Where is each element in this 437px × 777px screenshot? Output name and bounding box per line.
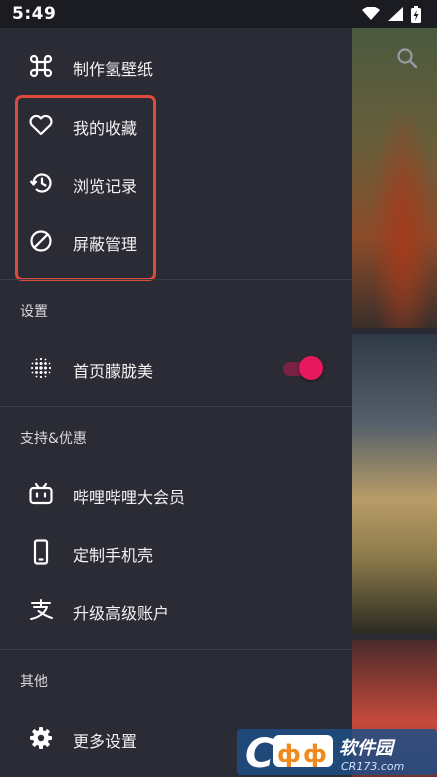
phone-icon: [28, 539, 54, 565]
watermark-brand: 软件园: [339, 738, 396, 759]
divider: [0, 406, 352, 407]
wallpaper-card[interactable]: [352, 28, 437, 328]
menu-item-custom-phone-case[interactable]: 定制手机壳: [0, 523, 352, 581]
alipay-icon: [28, 597, 54, 623]
wifi-icon: [362, 7, 380, 21]
battery-charging-icon: [411, 5, 421, 23]
section-header-other: 其他: [20, 674, 48, 690]
menu-item-upgrade-account[interactable]: 升级高级账户: [0, 581, 352, 639]
signal-icon: [388, 7, 403, 21]
bilibili-icon: [28, 481, 54, 507]
menu-label: 定制手机壳: [73, 546, 154, 565]
menu-label: 更多设置: [73, 732, 138, 751]
status-bar: 5:49: [0, 0, 437, 28]
menu-label: 制作氢壁纸: [73, 60, 154, 79]
status-time: 5:49: [12, 4, 57, 24]
watermark-logo: C ф ф 软件园 CR173.com: [237, 727, 437, 777]
svg-text:ф: ф: [303, 740, 327, 768]
divider: [0, 279, 352, 280]
toggle-thumb: [299, 356, 323, 380]
gear-icon: [28, 725, 54, 751]
watermark-domain: CR173.com: [341, 760, 404, 773]
menu-item-bilibili-vip[interactable]: 哔哩哔哩大会员: [0, 465, 352, 523]
svg-text:ф: ф: [277, 740, 301, 768]
divider: [0, 649, 352, 650]
section-header-settings: 设置: [20, 304, 48, 320]
section-header-support: 支持&优惠: [20, 431, 87, 447]
wallpaper-card[interactable]: [352, 334, 437, 634]
menu-label: 升级高级账户: [73, 604, 170, 623]
menu-label: 首页朦胧美: [73, 362, 154, 381]
command-icon: [28, 53, 54, 79]
home-blur-toggle[interactable]: [281, 356, 323, 382]
svg-text:C: C: [245, 731, 274, 777]
navigation-drawer: 制作氢壁纸 我的收藏 浏览记录 屏蔽管理 设置 首页朦胧美 支持&优惠 哔哩哔哩…: [0, 28, 352, 777]
menu-item-create-wallpaper[interactable]: 制作氢壁纸: [0, 37, 352, 95]
highlight-annotation: [15, 95, 156, 281]
blur-icon: [28, 355, 54, 381]
menu-item-home-blur[interactable]: 首页朦胧美: [0, 339, 352, 397]
menu-label: 哔哩哔哩大会员: [73, 488, 186, 507]
search-icon[interactable]: [395, 46, 419, 70]
status-icons: [362, 5, 421, 23]
